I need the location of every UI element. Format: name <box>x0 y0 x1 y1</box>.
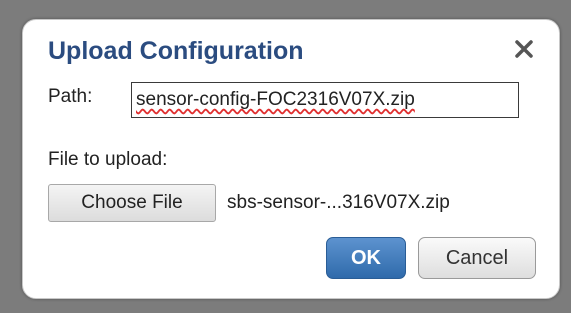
selected-file-name: sbs-sensor-...316V07X.zip <box>227 192 450 213</box>
file-to-upload-label: File to upload: <box>48 149 168 170</box>
cancel-button[interactable]: Cancel <box>418 237 536 279</box>
path-input-value: sensor-config-FOC2316V07X.zip <box>136 89 415 110</box>
close-icon[interactable] <box>511 36 537 62</box>
close-icon-glyph <box>515 40 533 58</box>
upload-configuration-dialog: Upload Configuration Path: sensor-config… <box>22 19 560 299</box>
path-label: Path: <box>48 86 93 107</box>
ok-button[interactable]: OK <box>326 237 406 279</box>
dialog-title: Upload Configuration <box>48 37 304 65</box>
choose-file-button[interactable]: Choose File <box>48 184 216 222</box>
path-input[interactable]: sensor-config-FOC2316V07X.zip <box>131 82 519 118</box>
